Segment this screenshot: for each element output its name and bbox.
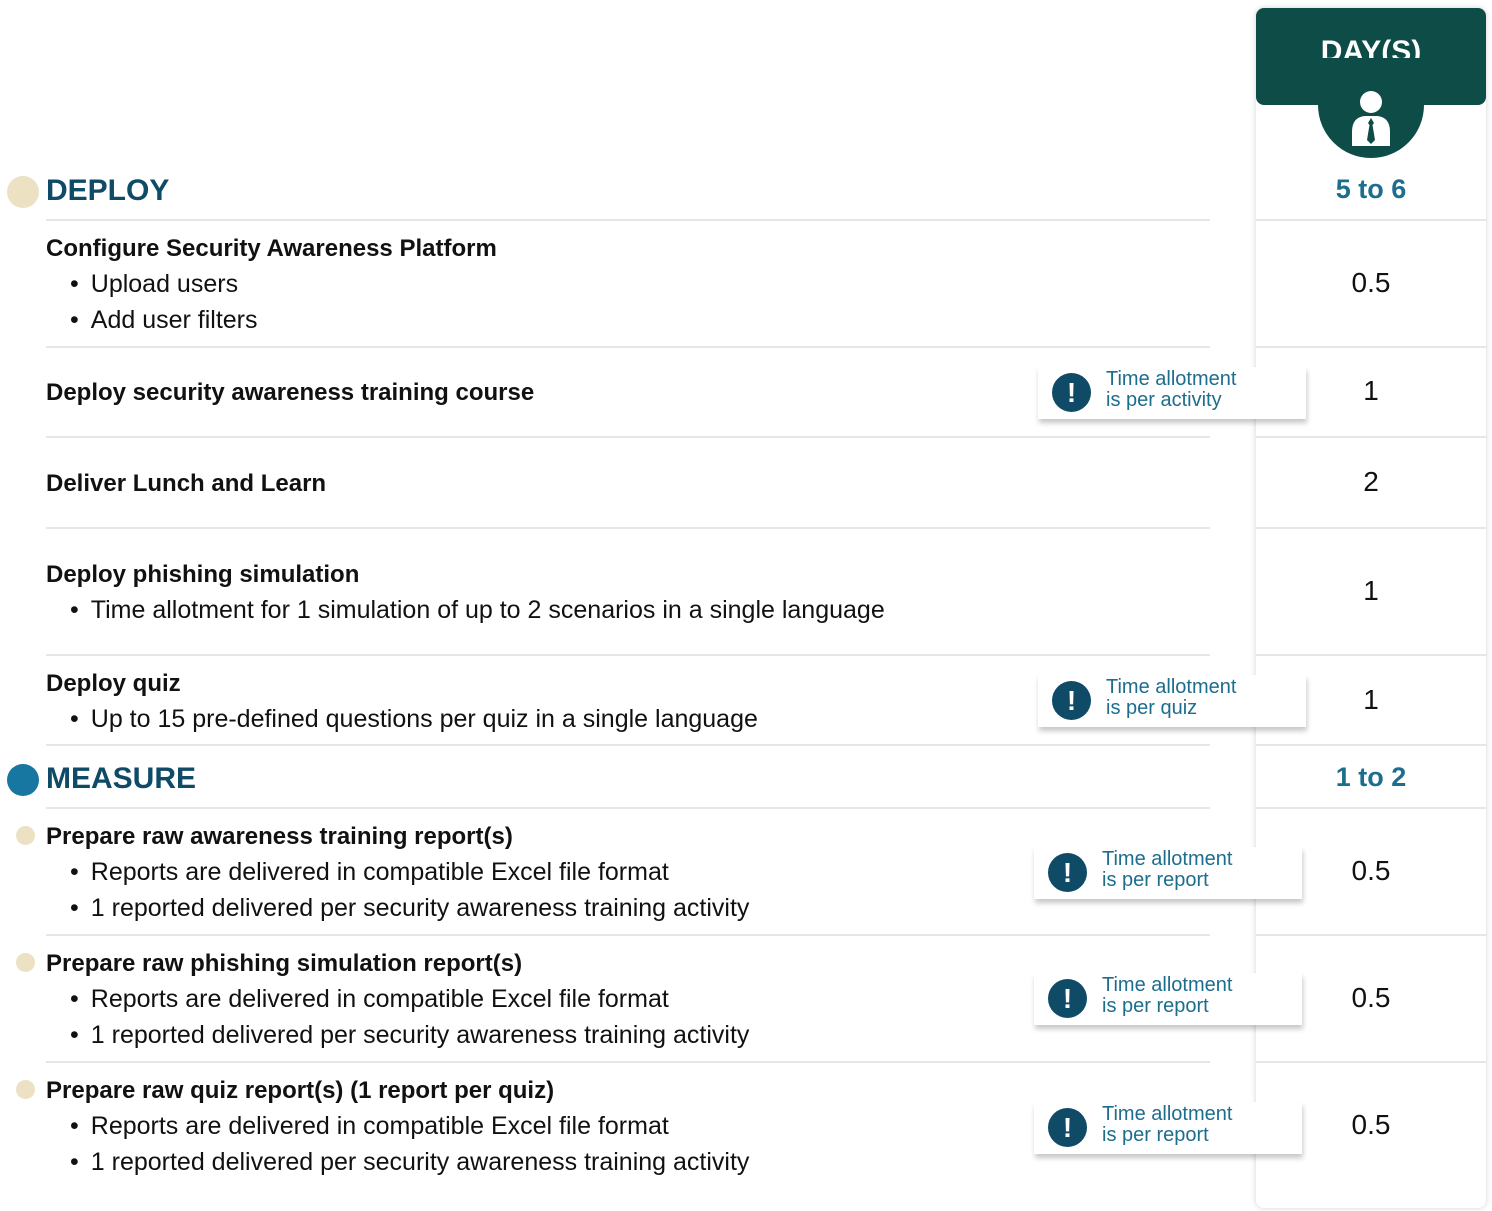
- row-days: 1: [1363, 575, 1379, 606]
- phase-dot-measure: [7, 764, 39, 796]
- row-title: Prepare raw phishing simulation report(s…: [46, 950, 523, 977]
- row-title: Deploy phishing simulation: [46, 561, 360, 588]
- divider: [46, 436, 1210, 438]
- row-bullet: 1 reported delivered per security awaren…: [70, 1021, 750, 1050]
- divider: [46, 934, 1210, 936]
- note-line: Time allotment: [1106, 676, 1237, 698]
- exclamation-icon: !: [1052, 373, 1091, 412]
- days-divider: [1256, 527, 1486, 529]
- person-with-tie-icon: [1352, 91, 1390, 146]
- exclamation-icon: !: [1052, 681, 1091, 720]
- exclamation-icon: !: [1048, 979, 1087, 1018]
- note-line: is per report: [1102, 995, 1209, 1017]
- note-line: Time allotment: [1102, 974, 1233, 996]
- exclamation-icon: !: [1048, 1108, 1087, 1147]
- divider: [46, 807, 1210, 809]
- days-divider: [1256, 346, 1486, 348]
- time-allotment-note: ! Time allotment is per quiz: [1038, 675, 1306, 727]
- phase-title-measure: MEASURE: [46, 762, 197, 795]
- row-bullet: Reports are delivered in compatible Exce…: [70, 1112, 669, 1141]
- row-bullet: 1 reported delivered per security awaren…: [70, 1148, 750, 1177]
- row-title: Configure Security Awareness Platform: [46, 235, 497, 262]
- row-bullet: Reports are delivered in compatible Exce…: [70, 858, 669, 887]
- time-allotment-note: ! Time allotment is per report: [1034, 847, 1302, 899]
- time-allotment-note: ! Time allotment is per activity: [1038, 367, 1306, 419]
- divider: [46, 654, 1210, 656]
- days-divider: [1256, 934, 1486, 936]
- divider: [46, 346, 1210, 348]
- note-line: Time allotment: [1102, 848, 1233, 870]
- sub-item-dot: [16, 953, 35, 972]
- note-line: is per activity: [1106, 389, 1222, 411]
- row-title: Deliver Lunch and Learn: [46, 470, 327, 497]
- row-days: 2: [1363, 466, 1379, 497]
- days-divider: [1256, 654, 1486, 656]
- phase-title-deploy: DEPLOY: [46, 174, 170, 207]
- divider: [46, 219, 1210, 221]
- note-line: Time allotment: [1106, 368, 1237, 390]
- phase-days-deploy: 5 to 6: [1335, 174, 1407, 204]
- row-bullet: Upload users: [70, 270, 238, 299]
- row-bullet: Add user filters: [70, 306, 258, 335]
- row-title: Prepare raw awareness training report(s): [46, 823, 513, 850]
- row-title: Deploy security awareness training cours…: [46, 379, 535, 406]
- row-title: Prepare raw quiz report(s) (1 report per…: [46, 1077, 555, 1104]
- phase-days-measure: 1 to 2: [1335, 762, 1407, 792]
- row-bullet: Up to 15 pre-defined questions per quiz …: [70, 705, 758, 734]
- row-days: 0.5: [1351, 267, 1391, 298]
- sub-item-dot: [16, 826, 35, 845]
- divider: [46, 527, 1210, 529]
- note-line: Time allotment: [1102, 1103, 1233, 1125]
- row-bullet: Reports are delivered in compatible Exce…: [70, 985, 669, 1014]
- days-divider: [1256, 744, 1486, 746]
- note-line: is per report: [1102, 869, 1209, 891]
- time-allotment-note: ! Time allotment is per report: [1034, 973, 1302, 1025]
- days-divider: [1256, 807, 1486, 809]
- row-bullet: 1 reported delivered per security awaren…: [70, 894, 750, 923]
- phase-dot-deploy: [7, 176, 39, 208]
- time-allotment-note: ! Time allotment is per report: [1034, 1102, 1302, 1154]
- divider: [46, 744, 1210, 746]
- row-title: Deploy quiz: [46, 670, 181, 697]
- days-divider: [1256, 219, 1486, 221]
- sub-item-dot: [16, 1080, 35, 1099]
- note-line: is per quiz: [1106, 697, 1198, 719]
- note-line: is per report: [1102, 1124, 1209, 1146]
- exclamation-icon: !: [1048, 853, 1087, 892]
- row-bullet: Time allotment for 1 simulation of up to…: [70, 596, 885, 625]
- days-divider: [1256, 436, 1486, 438]
- days-divider: [1256, 1061, 1486, 1063]
- divider: [46, 1061, 1210, 1063]
